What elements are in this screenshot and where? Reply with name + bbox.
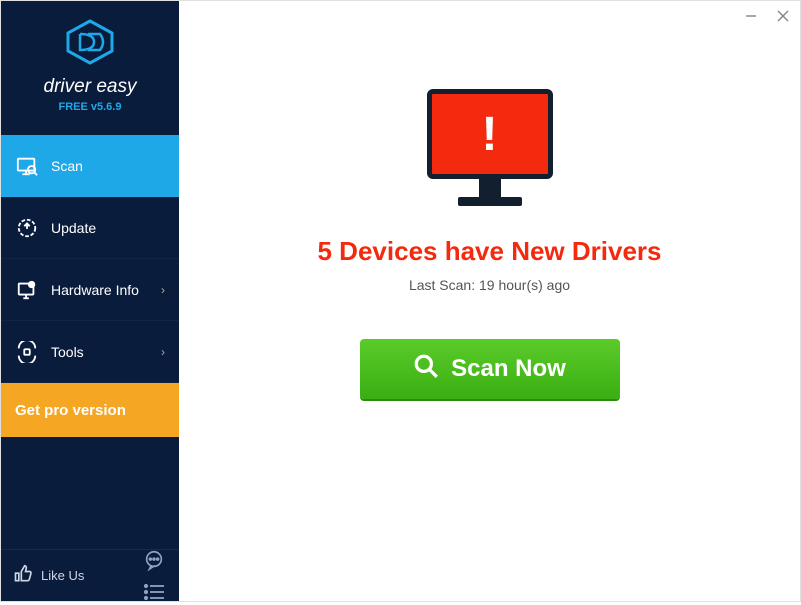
main-panel: ! 5 Devices have New Drivers Last Scan: …	[179, 1, 800, 601]
sidebar-item-label: Scan	[51, 158, 83, 174]
close-button[interactable]	[776, 9, 790, 23]
sidebar-item-hardware-info[interactable]: i Hardware Info ›	[1, 259, 179, 321]
sidebar: driver easy FREE v5.6.9 Scan	[1, 1, 179, 601]
bottom-bar: Like Us	[1, 549, 179, 601]
monitor-stand	[479, 179, 501, 197]
window-controls	[744, 9, 790, 23]
spacer	[1, 437, 179, 549]
feedback-icon[interactable]	[141, 547, 167, 573]
logo-icon	[1, 19, 179, 70]
brand-name: driver easy	[1, 76, 179, 98]
sidebar-item-label: Hardware Info	[51, 282, 139, 298]
scan-result-headline: 5 Devices have New Drivers	[318, 236, 662, 267]
thumbs-up-icon	[13, 564, 33, 587]
get-pro-label: Get pro version	[15, 402, 126, 419]
app-window: driver easy FREE v5.6.9 Scan	[0, 0, 801, 602]
nav: Scan Update i Hardware	[1, 135, 179, 437]
bottom-right-icons	[141, 547, 167, 605]
like-us-button[interactable]: Like Us	[13, 564, 84, 587]
sidebar-item-label: Update	[51, 220, 96, 236]
scan-now-button[interactable]: Scan Now	[360, 339, 620, 399]
menu-icon[interactable]	[141, 579, 167, 605]
monitor-icon: !	[427, 89, 553, 179]
alert-monitor-graphic: !	[427, 89, 553, 206]
sidebar-item-tools[interactable]: Tools ›	[1, 321, 179, 383]
hardware-info-icon: i	[15, 278, 39, 302]
chevron-right-icon: ›	[161, 283, 165, 297]
update-icon	[15, 216, 39, 240]
logo-area: driver easy FREE v5.6.9	[1, 1, 179, 125]
scan-icon	[15, 154, 39, 178]
like-us-label: Like Us	[41, 568, 84, 583]
get-pro-button[interactable]: Get pro version	[1, 383, 179, 437]
sidebar-item-scan[interactable]: Scan	[1, 135, 179, 197]
search-icon	[413, 353, 439, 386]
scan-now-label: Scan Now	[451, 355, 566, 383]
minimize-button[interactable]	[744, 9, 758, 23]
version-label: FREE v5.6.9	[1, 101, 179, 113]
exclamation-icon: !	[482, 107, 498, 162]
sidebar-item-update[interactable]: Update	[1, 197, 179, 259]
tools-icon	[15, 340, 39, 364]
last-scan-label: Last Scan: 19 hour(s) ago	[409, 277, 570, 293]
sidebar-item-label: Tools	[51, 344, 84, 360]
monitor-base	[458, 197, 522, 206]
chevron-right-icon: ›	[161, 345, 165, 359]
